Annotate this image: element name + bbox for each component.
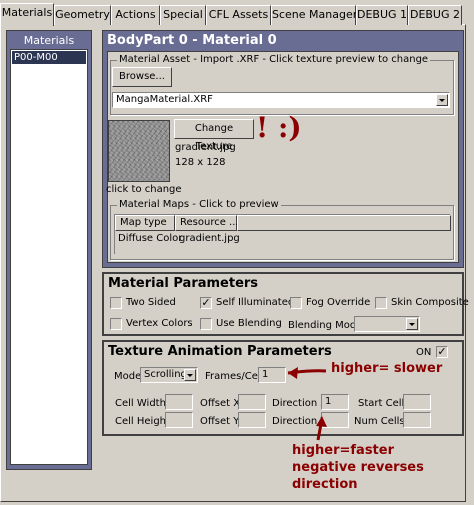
material-maps-group-label: Material Maps - Click to preview xyxy=(117,198,281,212)
two-sided-label: Two Sided xyxy=(126,297,176,308)
annotation-faster-line-1: higher=faster xyxy=(292,443,395,458)
texture-preview-caption: click to change xyxy=(106,184,182,195)
offset-y-label: Offset Y xyxy=(200,416,240,427)
num-cells-input[interactable] xyxy=(403,412,431,428)
texture-name: gradient.jpg xyxy=(175,142,236,153)
texture-animation-title: Texture Animation Parameters xyxy=(108,344,332,359)
cell-width-label: Cell Width xyxy=(115,398,166,409)
tab-scene-manager[interactable]: Scene Manager xyxy=(271,5,357,25)
maps-header-filler xyxy=(237,215,451,231)
annotation-slower: higher= slower xyxy=(331,361,443,376)
animation-on-checkbox[interactable]: ✓ xyxy=(436,346,448,358)
offset-x-label: Offset X xyxy=(200,398,241,409)
chevron-down-icon[interactable] xyxy=(184,369,196,381)
start-cell-label: Start Cell xyxy=(358,398,405,409)
browse-button[interactable]: Browse... xyxy=(112,67,172,87)
tab-special[interactable]: Special xyxy=(160,5,206,25)
skin-composite-label: Skin Composite xyxy=(391,297,469,308)
offset-x-input[interactable] xyxy=(238,394,266,410)
mode-value: Scrolling xyxy=(144,369,187,380)
direction-x-label: Direction X xyxy=(272,398,328,409)
frames-per-cell-label: Frames/Cell xyxy=(205,371,264,382)
cell-height-input[interactable] xyxy=(165,412,193,428)
tab-materials[interactable]: Materials xyxy=(0,3,54,26)
direction-y-label: Direction Y xyxy=(272,416,327,427)
cell-height-label: Cell Height xyxy=(115,416,170,427)
maps-cell-resource[interactable]: gradient.jpg xyxy=(179,233,240,245)
cell-width-input[interactable] xyxy=(165,394,193,410)
self-illuminated-checkbox-box[interactable]: ✓ xyxy=(200,297,212,309)
tab-geometry[interactable]: Geometry xyxy=(54,5,111,25)
material-parameters-title: Material Parameters xyxy=(108,276,259,291)
maps-header-map-type[interactable]: Map type xyxy=(115,215,175,231)
material-maps-table[interactable]: Map type Resource ... Diffuse Color grad… xyxy=(114,214,451,254)
vertex-colors-label: Vertex Colors xyxy=(126,318,193,329)
annotation-faster-line-3: direction xyxy=(292,477,358,492)
direction-x-input[interactable]: 1 xyxy=(321,394,349,410)
tab-debug-2[interactable]: DEBUG 2 xyxy=(408,5,462,25)
direction-y-input[interactable] xyxy=(321,412,349,428)
use-blending-checkbox-box[interactable] xyxy=(200,318,212,330)
chevron-down-icon[interactable] xyxy=(436,94,448,106)
material-asset-value: MangaMaterial.XRF xyxy=(116,94,213,105)
annotation-faster-line-2: negative reverses xyxy=(292,460,424,475)
change-texture-button[interactable]: Change Texture xyxy=(174,119,254,152)
texture-size: 128 x 128 xyxy=(175,157,226,168)
fog-override-checkbox-box[interactable] xyxy=(290,297,302,309)
tab-debug-1[interactable]: DEBUG 1 xyxy=(356,5,408,25)
materials-list-panel: Materials P00-M00 xyxy=(6,30,92,470)
material-title: BodyPart 0 - Material 0 xyxy=(107,33,277,48)
annotation-smiley: ! :) xyxy=(256,111,302,144)
material-asset-group-label: Material Asset - Import .XRF - Click tex… xyxy=(117,53,431,67)
self-illuminated-label: Self Illuminated xyxy=(216,297,295,308)
num-cells-label: Num Cells xyxy=(354,416,405,427)
start-cell-input[interactable] xyxy=(403,394,431,410)
tab-cfl-assets[interactable]: CFL Assets xyxy=(206,5,271,25)
two-sided-checkbox-box[interactable] xyxy=(110,297,122,309)
skin-composite-checkbox-box[interactable] xyxy=(375,297,387,309)
material-asset-select[interactable]: MangaMaterial.XRF xyxy=(112,92,450,108)
frames-per-cell-input[interactable]: 1 xyxy=(258,367,286,383)
animation-on-label: ON xyxy=(416,347,432,358)
blending-mode-label: Blending Mode xyxy=(288,320,363,331)
tab-actions[interactable]: Actions xyxy=(111,5,160,25)
materials-list-title: Materials xyxy=(23,34,75,47)
mode-select[interactable]: Scrolling xyxy=(140,367,198,383)
maps-cell-map-type[interactable]: Diffuse Color xyxy=(118,233,182,245)
use-blending-label: Use Blending xyxy=(216,318,282,329)
chevron-down-icon[interactable] xyxy=(406,318,418,330)
materials-list[interactable]: P00-M00 xyxy=(10,49,88,465)
maps-header-resource[interactable]: Resource ... xyxy=(175,215,239,231)
vertex-colors-checkbox-box[interactable] xyxy=(110,318,122,330)
fog-override-label: Fog Override xyxy=(306,297,371,308)
blending-mode-select[interactable] xyxy=(354,316,420,332)
texture-preview-image[interactable] xyxy=(108,120,170,182)
list-item[interactable]: P00-M00 xyxy=(12,51,86,64)
offset-y-input[interactable] xyxy=(238,412,266,428)
mode-label: Mode xyxy=(114,371,142,382)
tab-bar: Materials Geometry Actions Special CFL A… xyxy=(0,3,474,26)
